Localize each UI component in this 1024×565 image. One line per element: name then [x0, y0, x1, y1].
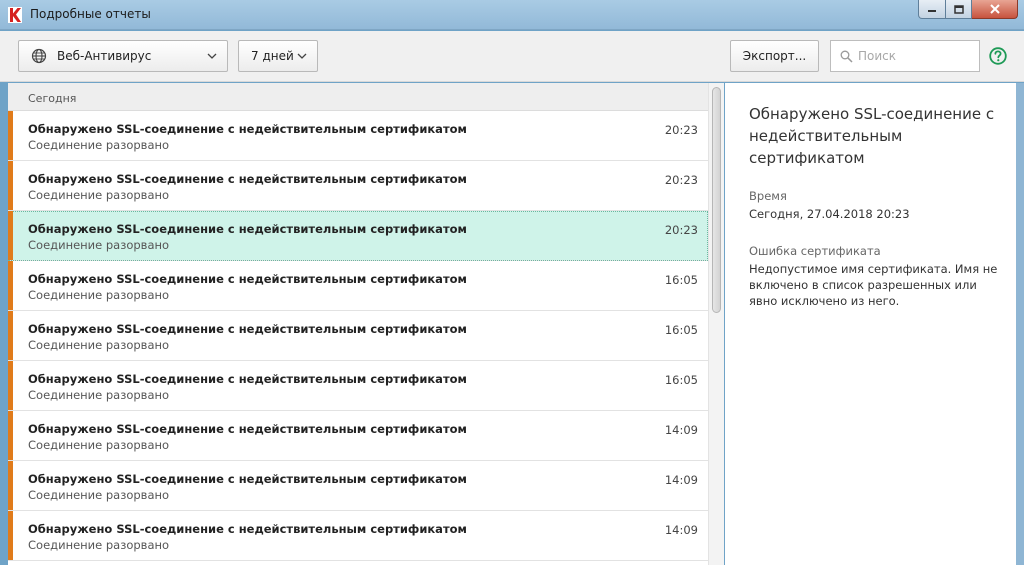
- row-title: Обнаружено SSL-соединение с недействител…: [28, 372, 467, 386]
- table-row[interactable]: Обнаружено SSL-соединение с недействител…: [8, 361, 708, 411]
- table-row[interactable]: Обнаружено SSL-соединение с недействител…: [8, 161, 708, 211]
- severity-stripe: [8, 511, 13, 560]
- table-row[interactable]: Обнаружено SSL-соединение с недействител…: [8, 461, 708, 511]
- row-title: Обнаружено SSL-соединение с недействител…: [28, 422, 467, 436]
- search-input[interactable]: [858, 49, 968, 63]
- severity-stripe: [8, 261, 13, 310]
- row-subtitle: Соединение разорвано: [28, 488, 170, 502]
- row-title: Обнаружено SSL-соединение с недействител…: [28, 322, 467, 336]
- toolbar: Веб-Антивирус 7 дней Экспорт...: [0, 31, 1024, 82]
- scrollbar-thumb[interactable]: [712, 87, 721, 313]
- window-border: [1016, 83, 1024, 565]
- severity-stripe: [8, 161, 13, 210]
- kaspersky-logo-icon: [8, 7, 22, 23]
- row-time: 14:09: [664, 473, 698, 487]
- row-subtitle: Соединение разорвано: [28, 438, 170, 452]
- row-subtitle: Соединение разорвано: [28, 338, 170, 352]
- period-dropdown-label: 7 дней: [251, 49, 294, 63]
- minimize-button[interactable]: [918, 0, 946, 19]
- table-row[interactable]: Обнаружено SSL-соединение с недействител…: [8, 411, 708, 461]
- row-title: Обнаружено SSL-соединение с недействител…: [28, 122, 467, 136]
- row-subtitle: Соединение разорвано: [28, 188, 170, 202]
- row-title: Обнаружено SSL-соединение с недействител…: [28, 272, 467, 286]
- row-subtitle: Соединение разорвано: [28, 538, 170, 552]
- row-time: 14:09: [664, 423, 698, 437]
- maximize-button[interactable]: [946, 0, 972, 19]
- detail-time-value: Сегодня, 27.04.2018 20:23: [749, 207, 910, 221]
- severity-stripe: [8, 461, 13, 510]
- table-row[interactable]: Обнаружено SSL-соединение с недействител…: [8, 311, 708, 361]
- maximize-icon: [953, 4, 964, 14]
- globe-icon: [31, 48, 47, 64]
- row-subtitle: Соединение разорвано: [28, 238, 170, 252]
- detail-error-label: Ошибка сертификата: [749, 244, 881, 258]
- table-row[interactable]: Обнаружено SSL-соединение с недействител…: [8, 111, 708, 161]
- row-title: Обнаружено SSL-соединение с недействител…: [28, 522, 467, 536]
- window-controls: [918, 0, 1018, 20]
- period-dropdown[interactable]: 7 дней: [238, 40, 318, 72]
- row-time: 14:09: [664, 523, 698, 537]
- severity-stripe: [8, 311, 13, 360]
- row-title: Обнаружено SSL-соединение с недействител…: [28, 222, 467, 236]
- close-button[interactable]: [972, 0, 1018, 19]
- row-subtitle: Соединение разорвано: [28, 288, 170, 302]
- table-row-selected[interactable]: Обнаружено SSL-соединение с недействител…: [8, 211, 708, 261]
- row-time: 16:05: [664, 373, 698, 387]
- detail-time-label: Время: [749, 189, 787, 203]
- close-icon: [989, 4, 1000, 14]
- row-subtitle: Соединение разорвано: [28, 138, 170, 152]
- table-row[interactable]: Обнаружено SSL-соединение с недействител…: [8, 511, 708, 561]
- export-button[interactable]: Экспорт...: [730, 40, 819, 72]
- row-time: 20:23: [664, 123, 698, 137]
- group-header: Сегодня: [8, 83, 708, 111]
- table-row[interactable]: Обнаружено SSL-соединение с недействител…: [8, 261, 708, 311]
- detail-panel: Обнаружено SSL-соединение с недействител…: [725, 83, 1016, 565]
- row-time: 20:23: [664, 173, 698, 187]
- detail-error-value: Недопустимое имя сертификата. Имя не вкл…: [749, 262, 998, 308]
- help-icon[interactable]: [989, 47, 1007, 65]
- row-time: 16:05: [664, 273, 698, 287]
- severity-stripe: [8, 411, 13, 460]
- severity-stripe: [8, 211, 13, 260]
- search-box[interactable]: [830, 40, 980, 72]
- title-bar: Подробные отчеты: [0, 0, 1024, 30]
- detail-title: Обнаружено SSL-соединение с недействител…: [749, 105, 995, 167]
- severity-stripe: [8, 361, 13, 410]
- row-subtitle: Соединение разорвано: [28, 388, 170, 402]
- chevron-down-icon: [297, 53, 307, 59]
- severity-stripe: [8, 111, 13, 160]
- component-dropdown[interactable]: Веб-Антивирус: [18, 40, 228, 72]
- component-dropdown-label: Веб-Антивирус: [57, 49, 152, 63]
- list-scrollbar[interactable]: [708, 83, 724, 565]
- row-title: Обнаружено SSL-соединение с недействител…: [28, 172, 467, 186]
- row-time: 20:23: [664, 223, 698, 237]
- minimize-icon: [928, 10, 936, 12]
- row-title: Обнаружено SSL-соединение с недействител…: [28, 472, 467, 486]
- search-icon: [840, 50, 853, 63]
- chevron-down-icon: [207, 53, 217, 59]
- events-list: Сегодня Обнаружено SSL-соединение с неде…: [8, 83, 708, 565]
- window-title: Подробные отчеты: [30, 7, 151, 21]
- row-time: 16:05: [664, 323, 698, 337]
